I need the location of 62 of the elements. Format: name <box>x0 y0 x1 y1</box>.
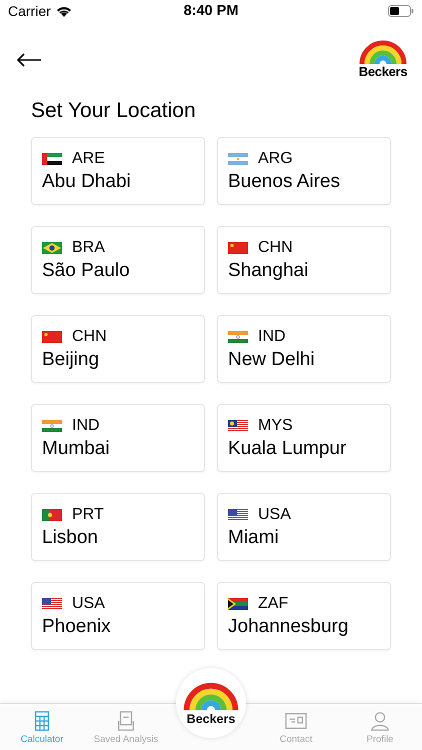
country-code: PRT <box>72 505 104 525</box>
flag-icon <box>42 331 62 343</box>
location-card[interactable]: IND Mumbai <box>31 404 205 472</box>
logo-text: Beckers <box>358 65 408 78</box>
flag-icon <box>228 509 248 521</box>
flag-icon <box>228 331 248 343</box>
back-arrow-icon <box>16 53 42 67</box>
country-code: IND <box>72 416 100 436</box>
flag-icon <box>228 598 248 610</box>
country-code: CHN <box>258 238 293 258</box>
flag-icon <box>42 509 62 521</box>
flag-icon <box>42 598 62 610</box>
rainbow-icon <box>358 38 408 64</box>
carrier-label: Carrier <box>8 3 51 19</box>
location-card[interactable]: CHN Shanghai <box>217 226 391 294</box>
location-card[interactable]: BRA São Paulo <box>31 226 205 294</box>
location-card[interactable]: USA Miami <box>217 493 391 561</box>
location-card[interactable]: PRT Lisbon <box>31 493 205 561</box>
home-logo-button[interactable]: Beckers <box>176 668 246 738</box>
location-card[interactable]: ARG Buenos Aires <box>217 137 391 205</box>
country-code: ARE <box>72 149 105 169</box>
flag-icon <box>228 420 248 432</box>
country-code: USA <box>72 594 105 614</box>
city-name: New Delhi <box>228 348 315 372</box>
country-code: MYS <box>258 416 293 436</box>
city-name: Kuala Lumpur <box>228 437 346 461</box>
city-name: Johannesburg <box>228 615 348 639</box>
wifi-icon <box>56 5 72 17</box>
country-code: CHN <box>72 327 107 347</box>
status-time: 8:40 PM <box>184 3 238 19</box>
country-code: USA <box>258 505 291 525</box>
flag-icon <box>228 242 248 254</box>
flag-icon <box>42 153 62 165</box>
battery-icon <box>388 5 414 17</box>
country-code: BRA <box>72 238 105 258</box>
city-name: Shanghai <box>228 259 308 283</box>
city-name: Phoenix <box>42 615 111 639</box>
city-name: São Paulo <box>42 259 130 283</box>
page-title: Set Your Location <box>31 98 197 124</box>
person-icon <box>369 710 391 732</box>
country-code: ARG <box>258 149 293 169</box>
city-name: Miami <box>228 526 279 550</box>
location-card[interactable]: USA Phoenix <box>31 582 205 650</box>
location-card[interactable]: IND New Delhi <box>217 315 391 383</box>
country-code: ZAF <box>258 594 288 614</box>
location-card[interactable]: ZAF Johannesburg <box>217 582 391 650</box>
rainbow-icon <box>182 680 240 711</box>
country-code: IND <box>258 327 286 347</box>
location-card[interactable]: CHN Beijing <box>31 315 205 383</box>
logo-text: Beckers <box>186 712 236 726</box>
back-button[interactable] <box>14 51 44 69</box>
flag-icon <box>42 242 62 254</box>
flag-icon <box>228 153 248 165</box>
location-card[interactable]: ARE Abu Dhabi <box>31 137 205 205</box>
flag-icon <box>42 420 62 432</box>
city-name: Mumbai <box>42 437 110 461</box>
city-name: Buenos Aires <box>228 170 340 194</box>
city-name: Abu Dhabi <box>42 170 131 194</box>
document-icon <box>115 710 137 732</box>
location-card[interactable]: MYS Kuala Lumpur <box>217 404 391 472</box>
city-name: Lisbon <box>42 526 98 550</box>
city-name: Beijing <box>42 348 100 372</box>
